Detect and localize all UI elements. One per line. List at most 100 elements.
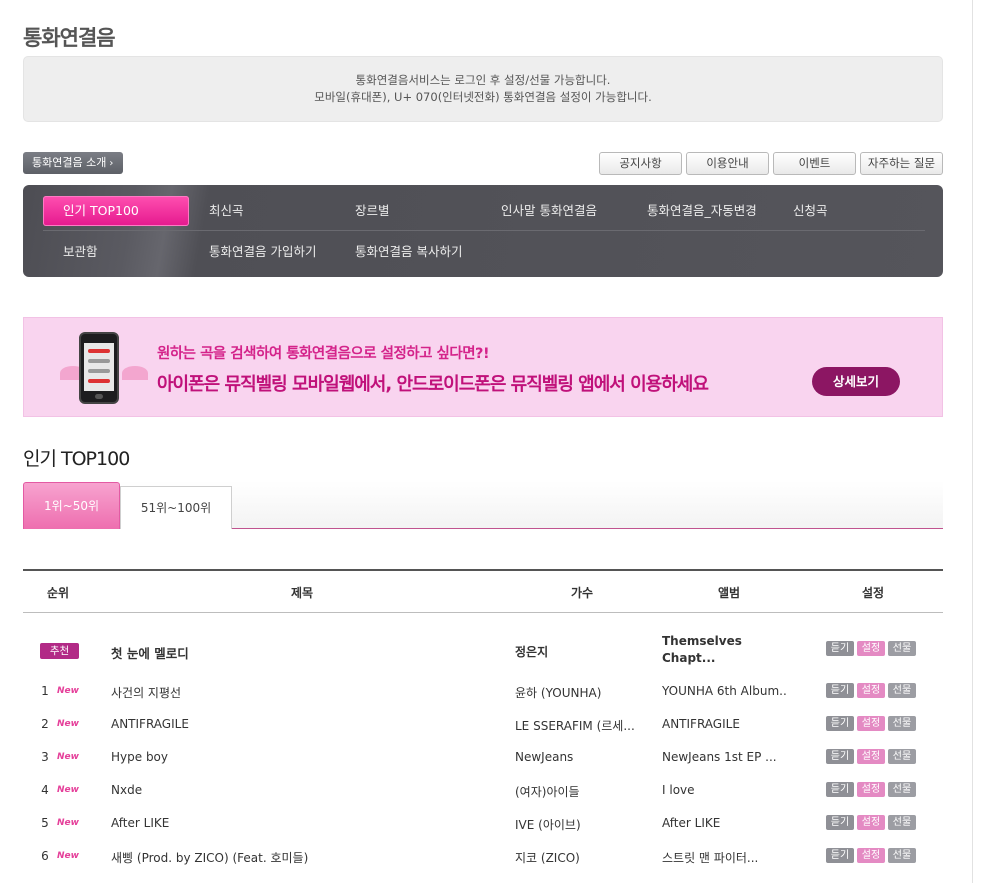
header-title: 제목 xyxy=(291,586,314,600)
header-rank: 순위 xyxy=(47,586,70,600)
song-title-link[interactable]: ANTIFRAGILE xyxy=(111,717,501,731)
page-title: 통화연결음 xyxy=(23,26,116,50)
album-link[interactable]: YOUNHA 6th Album... xyxy=(662,684,787,698)
gift-button[interactable]: 선물 xyxy=(888,683,916,698)
nav-item-genre[interactable]: 장르별 xyxy=(355,196,390,226)
row-actions: 듣기 설정 선물 xyxy=(826,782,916,797)
nav-item-greeting[interactable]: 인사말 통화연결음 xyxy=(501,196,597,226)
listen-button[interactable]: 듣기 xyxy=(826,848,854,863)
rank-number: 1 xyxy=(41,684,49,698)
rank-number: 4 xyxy=(41,783,49,797)
login-notice-box: 통화연결음서비스는 로그인 후 설정/선물 가능합니다. 모바일(휴대폰), U… xyxy=(23,56,943,122)
table-row: 1 New 사건의 지평선 윤하 (YOUNHA) YOUNHA 6th Alb… xyxy=(23,675,943,708)
new-badge: New xyxy=(57,719,79,729)
banner-headline: 원하는 곡을 검색하여 통화연결음으로 설정하고 싶다면?! xyxy=(157,346,490,362)
album-link[interactable]: After LIKE xyxy=(662,816,787,830)
new-badge: New xyxy=(57,818,79,828)
tab-rank-1-50[interactable]: 1위~50위 xyxy=(23,482,120,529)
header-setting: 설정 xyxy=(862,586,885,600)
banner-decoration xyxy=(122,366,148,380)
nav-item-top100[interactable]: 인기 TOP100 xyxy=(43,196,189,226)
listen-button[interactable]: 듣기 xyxy=(826,641,854,656)
row-actions: 듣기 설정 선물 xyxy=(826,683,916,698)
smartphone-icon xyxy=(79,332,119,404)
tab-rank-51-100[interactable]: 51위~100위 xyxy=(120,486,232,529)
gift-button[interactable]: 선물 xyxy=(888,641,916,656)
new-badge: New xyxy=(57,851,79,861)
category-nav: 인기 TOP100 최신곡 장르별 인사말 통화연결음 통화연결음_자동변경 신… xyxy=(23,185,943,277)
album-link[interactable]: Themselves Chapt... xyxy=(662,633,772,667)
banner-detail-button[interactable]: 상세보기 xyxy=(812,367,900,396)
listen-button[interactable]: 듣기 xyxy=(826,716,854,731)
set-ringtone-button[interactable]: 설정 xyxy=(857,641,885,656)
nav-item-latest[interactable]: 최신곡 xyxy=(209,196,244,226)
album-link[interactable]: NewJeans 1st EP ... xyxy=(662,750,787,764)
event-link-button[interactable]: 이벤트 xyxy=(773,152,856,175)
rank-number: 5 xyxy=(41,816,49,830)
artist-link[interactable]: IVE (아이브) xyxy=(515,816,650,833)
new-badge: New xyxy=(57,686,79,696)
chevron-right-icon: › xyxy=(109,158,114,169)
recommended-row: 추천 첫 눈에 멜로디 정은지 Themselves Chapt... 듣기 설… xyxy=(23,630,943,672)
song-title-link[interactable]: 사건의 지평선 xyxy=(111,684,501,701)
nav-item-copy[interactable]: 통화연결음 복사하기 xyxy=(355,237,462,267)
gift-button[interactable]: 선물 xyxy=(888,782,916,797)
faq-link-button[interactable]: 자주하는 질문 xyxy=(860,152,943,175)
gift-button[interactable]: 선물 xyxy=(888,716,916,731)
listen-button[interactable]: 듣기 xyxy=(826,749,854,764)
set-ringtone-button[interactable]: 설정 xyxy=(857,848,885,863)
album-link[interactable]: 스트릿 맨 파이터... xyxy=(662,849,787,866)
rank-number: 2 xyxy=(41,717,49,731)
guide-link-button[interactable]: 이용안내 xyxy=(686,152,769,175)
notice-line-1: 통화연결음서비스는 로그인 후 설정/선물 가능합니다. xyxy=(355,73,611,87)
notice-line-2: 모바일(휴대폰), U+ 070(인터넷전화) 통화연결음 설정이 가능합니다. xyxy=(314,90,652,104)
top-link-bar: 공지사항 이용안내 이벤트 자주하는 질문 xyxy=(599,152,943,175)
app-promo-banner: 원하는 곡을 검색하여 통화연결음으로 설정하고 싶다면?! 아이폰은 뮤직벨링… xyxy=(23,317,943,417)
artist-link[interactable]: NewJeans xyxy=(515,750,650,764)
set-ringtone-button[interactable]: 설정 xyxy=(857,815,885,830)
nav-item-auto-change[interactable]: 통화연결음_자동변경 xyxy=(647,196,757,226)
intro-button-label: 통화연결음 소개 xyxy=(32,156,107,169)
rank-number: 3 xyxy=(41,750,49,764)
song-title-link[interactable]: Nxde xyxy=(111,783,501,797)
table-row: 6 New 새삥 (Prod. by ZICO) (Feat. 호미들) 지코 … xyxy=(23,840,943,873)
set-ringtone-button[interactable]: 설정 xyxy=(857,782,885,797)
artist-link[interactable]: 정은지 xyxy=(515,643,650,660)
album-link[interactable]: I love xyxy=(662,783,787,797)
artist-link[interactable]: LE SSERAFIM (르세... xyxy=(515,717,650,734)
rank-tabs: 1위~50위 51위~100위 xyxy=(23,481,943,529)
row-actions: 듣기 설정 선물 xyxy=(826,848,916,863)
artist-link[interactable]: 지코 (ZICO) xyxy=(515,849,650,866)
ringtone-intro-button[interactable]: 통화연결음 소개 › xyxy=(23,152,123,174)
nav-divider xyxy=(43,230,925,231)
table-header: 순위 제목 가수 앨범 설정 xyxy=(23,569,943,613)
set-ringtone-button[interactable]: 설정 xyxy=(857,716,885,731)
artist-link[interactable]: 윤하 (YOUNHA) xyxy=(515,684,650,701)
set-ringtone-button[interactable]: 설정 xyxy=(857,749,885,764)
page-right-border xyxy=(972,0,973,883)
artist-link[interactable]: (여자)아이들 xyxy=(515,783,650,800)
song-title-link[interactable]: Hype boy xyxy=(111,750,501,764)
new-badge: New xyxy=(57,752,79,762)
song-title-link[interactable]: 첫 눈에 멜로디 xyxy=(111,643,501,662)
nav-item-request[interactable]: 신청곡 xyxy=(793,196,828,226)
phone-home-button xyxy=(95,394,103,399)
album-link[interactable]: ANTIFRAGILE xyxy=(662,717,787,731)
row-actions: 듣기 설정 선물 xyxy=(826,815,916,830)
table-row: 2 New ANTIFRAGILE LE SSERAFIM (르세... ANT… xyxy=(23,708,943,741)
song-title-link[interactable]: After LIKE xyxy=(111,816,501,830)
table-row: 3 New Hype boy NewJeans NewJeans 1st EP … xyxy=(23,741,943,774)
song-title-link[interactable]: 새삥 (Prod. by ZICO) (Feat. 호미들) xyxy=(111,849,501,866)
rank-number: 6 xyxy=(41,849,49,863)
set-ringtone-button[interactable]: 설정 xyxy=(857,683,885,698)
notice-link-button[interactable]: 공지사항 xyxy=(599,152,682,175)
listen-button[interactable]: 듣기 xyxy=(826,683,854,698)
nav-item-storage[interactable]: 보관함 xyxy=(63,237,98,267)
gift-button[interactable]: 선물 xyxy=(888,749,916,764)
header-artist: 가수 xyxy=(571,586,594,600)
nav-item-join[interactable]: 통화연결음 가입하기 xyxy=(209,237,316,267)
gift-button[interactable]: 선물 xyxy=(888,848,916,863)
listen-button[interactable]: 듣기 xyxy=(826,782,854,797)
listen-button[interactable]: 듣기 xyxy=(826,815,854,830)
gift-button[interactable]: 선물 xyxy=(888,815,916,830)
